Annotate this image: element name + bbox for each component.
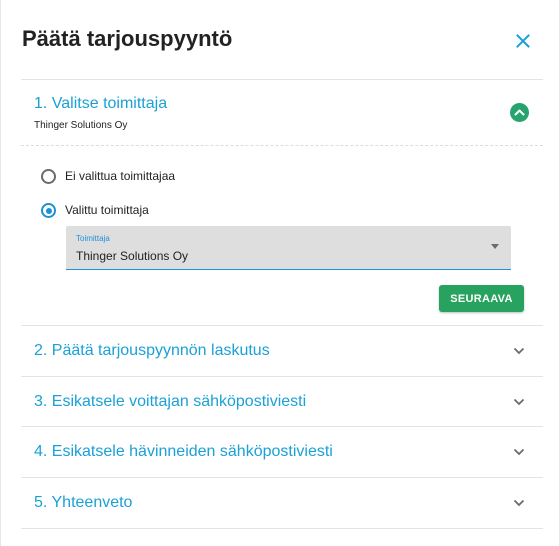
supplier-select-value: Thinger Solutions Oy: [76, 249, 189, 263]
chevron-down-icon[interactable]: [513, 448, 525, 456]
step-1-selected-supplier: Thinger Solutions Oy: [34, 120, 128, 131]
dialog-title: Päätä tarjouspyyntö: [22, 26, 233, 51]
close-button[interactable]: [511, 29, 535, 53]
chevron-down-icon[interactable]: [513, 398, 525, 406]
step-4-header[interactable]: 4. Esikatsele hävinneiden sähköpostivies…: [21, 426, 543, 476]
supplier-select-label: Toimittaja: [76, 234, 110, 243]
chevron-down-icon[interactable]: [513, 499, 525, 507]
step-2-title: 2. Päätä tarjouspyynnön laskutus: [34, 342, 270, 359]
radio-button[interactable]: [41, 203, 56, 218]
radio-label: Ei valittua toimittajaa: [65, 169, 176, 183]
step-1-title: 1. Valitse toimittaja: [34, 95, 168, 112]
step-2-header[interactable]: 2. Päätä tarjouspyynnön laskutus: [21, 325, 543, 375]
chevron-down-icon[interactable]: [513, 347, 525, 355]
step-4-title: 4. Esikatsele hävinneiden sähköpostivies…: [34, 443, 333, 460]
step-3-title: 3. Esikatsele voittajan sähköpostiviesti: [34, 393, 307, 410]
close-bid-dialog: Päätä tarjouspyyntö 1. Valitse toimittaj…: [0, 0, 560, 546]
close-icon: [516, 34, 530, 48]
step-1-header[interactable]: 1. Valitse toimittaja Thinger Solutions …: [21, 80, 543, 146]
supplier-select[interactable]: Toimittaja Thinger Solutions Oy: [66, 226, 511, 270]
step-3-header[interactable]: 3. Esikatsele voittajan sähköpostiviesti: [21, 376, 543, 426]
next-button[interactable]: SEURAAVA: [439, 285, 524, 312]
step-5-header[interactable]: 5. Yhteenveto: [21, 477, 543, 527]
caret-down-icon: [491, 244, 499, 250]
step-5-title: 5. Yhteenveto: [34, 494, 133, 511]
chevron-up-circle-icon[interactable]: [510, 103, 529, 122]
radio-button[interactable]: [41, 169, 56, 184]
radio-label: Valittu toimittaja: [65, 203, 149, 217]
divider: [21, 528, 543, 529]
